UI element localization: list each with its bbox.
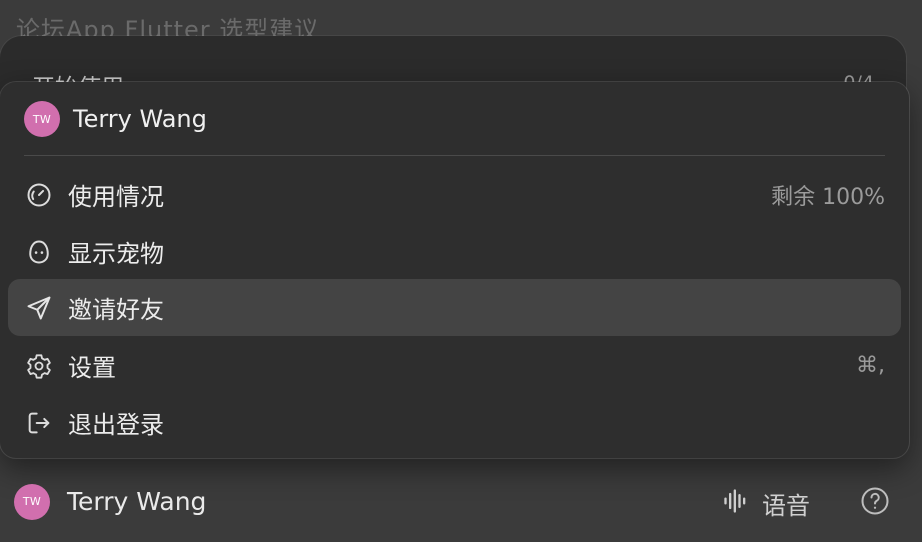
voice-label: 语音 — [762, 491, 810, 520]
settings-shortcut: ⌘, — [856, 353, 885, 378]
menu-item-show-pet[interactable]: 显示宠物 — [8, 223, 901, 280]
menu-user-header: TW Terry Wang — [0, 82, 909, 156]
menu-item-settings[interactable]: 设置 ⌘, — [8, 337, 901, 394]
help-icon — [860, 486, 890, 520]
menu-item-label: 设置 — [68, 354, 116, 382]
gauge-icon — [24, 180, 54, 210]
menu-item-usage[interactable]: 使用情况 剩余 100% — [8, 166, 901, 223]
bottom-bar: TW Terry Wang 语音 — [0, 461, 922, 542]
menu-item-label: 显示宠物 — [68, 240, 164, 268]
bottom-user-name[interactable]: Terry Wang — [67, 487, 206, 516]
menu-item-label: 退出登录 — [68, 411, 164, 439]
menu-item-logout[interactable]: 退出登录 — [8, 394, 901, 451]
menu-item-label: 邀请好友 — [68, 296, 164, 324]
menu-avatar: TW — [24, 101, 60, 137]
menu-item-label: 使用情况 — [68, 183, 164, 211]
bottom-avatar[interactable]: TW — [14, 483, 50, 520]
usage-remaining: 剩余 100% — [771, 184, 885, 210]
logout-icon — [24, 408, 54, 438]
menu-user-name: Terry Wang — [73, 105, 207, 133]
pet-egg-icon — [24, 237, 54, 267]
account-menu: TW Terry Wang 使用情况 剩余 100% 显示宠物 邀请好友 设置 … — [0, 82, 909, 458]
help-button[interactable] — [860, 486, 890, 520]
gear-icon — [24, 351, 54, 381]
menu-divider — [24, 155, 885, 156]
voice-button[interactable]: 语音 — [722, 483, 810, 523]
send-icon — [24, 293, 54, 323]
voice-waveform-icon — [722, 487, 750, 519]
menu-item-invite-friends[interactable]: 邀请好友 — [8, 279, 901, 336]
